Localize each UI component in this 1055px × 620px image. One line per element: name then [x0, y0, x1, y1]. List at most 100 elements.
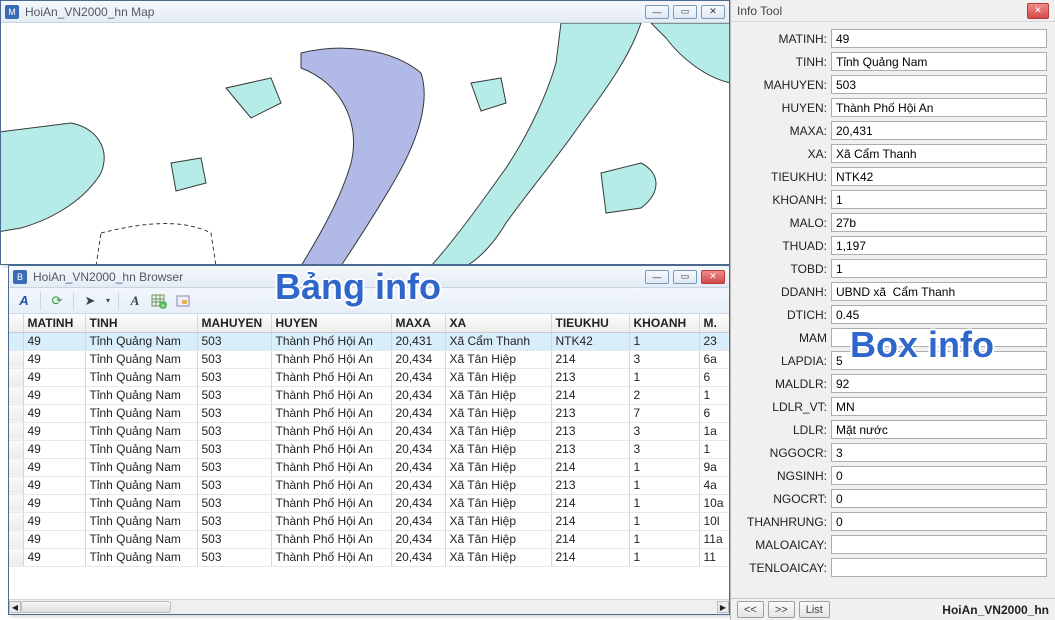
table-cell[interactable]: 9a: [699, 458, 729, 476]
table-cell[interactable]: Xã Tân Hiệp: [445, 494, 551, 512]
table-cell[interactable]: Thành Phố Hội An: [271, 458, 391, 476]
table-cell[interactable]: 503: [197, 332, 271, 350]
close-button[interactable]: ✕: [1027, 3, 1049, 19]
browser-table[interactable]: MATINHTINHMAHUYENHUYENMAXAXATIEUKHUKHOAN…: [9, 314, 729, 567]
info-field-input[interactable]: [831, 305, 1047, 324]
prev-record-button[interactable]: <<: [737, 601, 764, 618]
table-cell[interactable]: Tỉnh Quảng Nam: [85, 350, 197, 368]
info-field-input[interactable]: [831, 52, 1047, 71]
style-text-icon[interactable]: A: [124, 290, 146, 312]
close-button[interactable]: ✕: [701, 5, 725, 19]
table-cell[interactable]: Thành Phố Hội An: [271, 404, 391, 422]
row-header[interactable]: [9, 422, 23, 440]
table-row[interactable]: 49Tỉnh Quảng Nam503Thành Phố Hội An20,43…: [9, 440, 729, 458]
table-cell[interactable]: 20,434: [391, 494, 445, 512]
table-cell[interactable]: 20,434: [391, 458, 445, 476]
table-cell[interactable]: Tỉnh Quảng Nam: [85, 458, 197, 476]
map-window-titlebar[interactable]: M HoiAn_VN2000_hn Map — ▭ ✕: [1, 1, 729, 23]
row-header-corner[interactable]: [9, 314, 23, 332]
table-cell[interactable]: 3: [629, 422, 699, 440]
info-field-input[interactable]: [831, 167, 1047, 186]
table-cell[interactable]: 20,434: [391, 350, 445, 368]
table-cell[interactable]: Thành Phố Hội An: [271, 386, 391, 404]
table-cell[interactable]: Xã Tân Hiệp: [445, 368, 551, 386]
table-cell[interactable]: Thành Phố Hội An: [271, 476, 391, 494]
table-cell[interactable]: Tỉnh Quảng Nam: [85, 476, 197, 494]
table-cell[interactable]: Xã Tân Hiệp: [445, 350, 551, 368]
table-cell[interactable]: 214: [551, 548, 629, 566]
maximize-button[interactable]: ▭: [673, 5, 697, 19]
table-cell[interactable]: 1: [629, 512, 699, 530]
column-header[interactable]: MAHUYEN: [197, 314, 271, 332]
table-cell[interactable]: Xã Tân Hiệp: [445, 458, 551, 476]
table-cell[interactable]: Tỉnh Quảng Nam: [85, 512, 197, 530]
table-cell[interactable]: 214: [551, 350, 629, 368]
info-field-input[interactable]: [831, 236, 1047, 255]
column-header[interactable]: M.: [699, 314, 729, 332]
table-cell[interactable]: Xã Tân Hiệp: [445, 404, 551, 422]
table-cell[interactable]: 20,434: [391, 512, 445, 530]
info-field-input[interactable]: [831, 466, 1047, 485]
table-cell[interactable]: 20,434: [391, 440, 445, 458]
table-row[interactable]: 49Tỉnh Quảng Nam503Thành Phố Hội An20,43…: [9, 494, 729, 512]
table-cell[interactable]: 49: [23, 332, 85, 350]
info-field-input[interactable]: [831, 144, 1047, 163]
list-button[interactable]: List: [799, 601, 830, 618]
table-cell[interactable]: 214: [551, 530, 629, 548]
table-cell[interactable]: 10l: [699, 512, 729, 530]
table-cell[interactable]: 20,434: [391, 530, 445, 548]
info-field-input[interactable]: [831, 489, 1047, 508]
column-header[interactable]: TINH: [85, 314, 197, 332]
table-cell[interactable]: 213: [551, 440, 629, 458]
table-cell[interactable]: Thành Phố Hội An: [271, 512, 391, 530]
column-header[interactable]: MAXA: [391, 314, 445, 332]
table-cell[interactable]: 4a: [699, 476, 729, 494]
table-cell[interactable]: 503: [197, 458, 271, 476]
table-cell[interactable]: Tỉnh Quảng Nam: [85, 494, 197, 512]
table-cell[interactable]: Tỉnh Quảng Nam: [85, 440, 197, 458]
row-header[interactable]: [9, 548, 23, 566]
browser-horizontal-scrollbar[interactable]: ◀ ▶: [9, 599, 729, 614]
column-header[interactable]: TIEUKHU: [551, 314, 629, 332]
table-cell[interactable]: 213: [551, 404, 629, 422]
row-header[interactable]: [9, 512, 23, 530]
row-header[interactable]: [9, 440, 23, 458]
table-cell[interactable]: 503: [197, 494, 271, 512]
info-field-input[interactable]: [831, 29, 1047, 48]
table-cell[interactable]: Thành Phố Hội An: [271, 494, 391, 512]
table-cell[interactable]: 1: [699, 386, 729, 404]
row-header[interactable]: [9, 332, 23, 350]
row-header[interactable]: [9, 476, 23, 494]
table-cell[interactable]: Thành Phố Hội An: [271, 368, 391, 386]
table-cell[interactable]: 503: [197, 548, 271, 566]
info-tool-titlebar[interactable]: Info Tool ✕: [731, 0, 1055, 22]
table-cell[interactable]: 10a: [699, 494, 729, 512]
table-cell[interactable]: 49: [23, 368, 85, 386]
table-cell[interactable]: Xã Tân Hiệp: [445, 386, 551, 404]
info-field-input[interactable]: [831, 535, 1047, 554]
table-cell[interactable]: Xã Tân Hiệp: [445, 440, 551, 458]
table-row[interactable]: 49Tỉnh Quảng Nam503Thành Phố Hội An20,43…: [9, 530, 729, 548]
info-field-input[interactable]: [831, 374, 1047, 393]
sort-az-icon[interactable]: A: [13, 290, 35, 312]
table-cell[interactable]: 20,434: [391, 368, 445, 386]
table-cell[interactable]: 49: [23, 404, 85, 422]
table-cell[interactable]: 6a: [699, 350, 729, 368]
table-cell[interactable]: 214: [551, 494, 629, 512]
table-cell[interactable]: 49: [23, 458, 85, 476]
table-cell[interactable]: 49: [23, 548, 85, 566]
info-field-input[interactable]: [831, 328, 1047, 347]
table-cell[interactable]: Tỉnh Quảng Nam: [85, 422, 197, 440]
minimize-button[interactable]: —: [645, 5, 669, 19]
table-cell[interactable]: 503: [197, 386, 271, 404]
info-field-input[interactable]: [831, 259, 1047, 278]
maximize-button[interactable]: ▭: [673, 270, 697, 284]
table-cell[interactable]: Thành Phố Hội An: [271, 548, 391, 566]
row-header[interactable]: [9, 494, 23, 512]
table-cell[interactable]: 49: [23, 386, 85, 404]
table-cell[interactable]: 7: [629, 404, 699, 422]
table-cell[interactable]: 503: [197, 350, 271, 368]
info-field-input[interactable]: [831, 512, 1047, 531]
table-cell[interactable]: 6: [699, 404, 729, 422]
table-cell[interactable]: 1: [699, 440, 729, 458]
